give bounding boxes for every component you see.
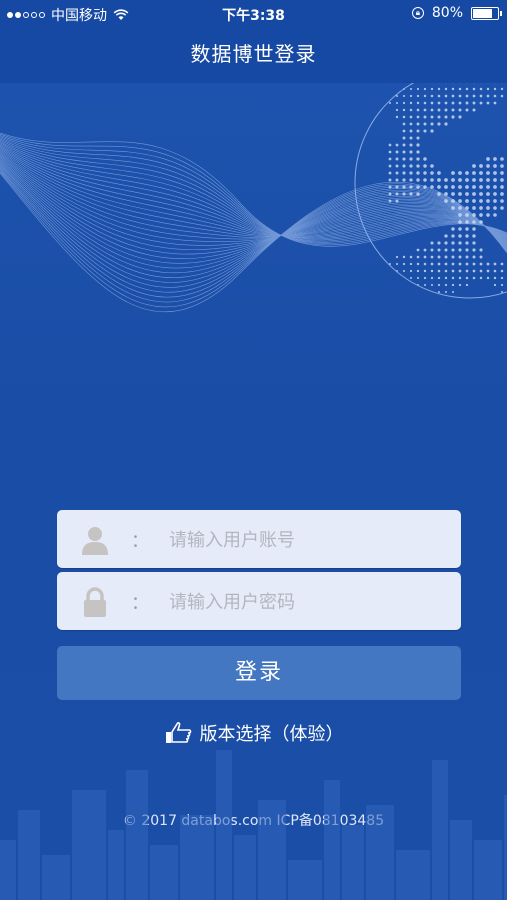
login-button[interactable]: 登录 [57,646,461,700]
status-bar: 中国移动 下午3:38 🔒︎ 80% [0,0,507,27]
password-input[interactable] [167,584,451,620]
login-screen: 中国移动 下午3:38 🔒︎ 80% 数据博世登录 ： 请输入用户账号 ： 登录… [0,0,507,900]
wave-globe-decoration [0,83,507,313]
username-colon: ： [131,531,149,552]
page-title: 数据博世登录 [0,27,507,83]
password-field[interactable]: ： [57,572,461,630]
battery-percent: 80% [431,5,463,21]
username-input[interactable] [167,522,451,558]
password-colon: ： [131,593,149,614]
user-icon [82,527,108,555]
username-field[interactable]: ： [57,510,461,568]
battery-icon [471,6,502,20]
lock-icon [84,587,106,617]
status-right: 🔒︎ 80% [411,5,502,21]
city-skyline-decoration [0,750,507,900]
orientation-lock-icon: 🔒︎ [411,7,424,19]
